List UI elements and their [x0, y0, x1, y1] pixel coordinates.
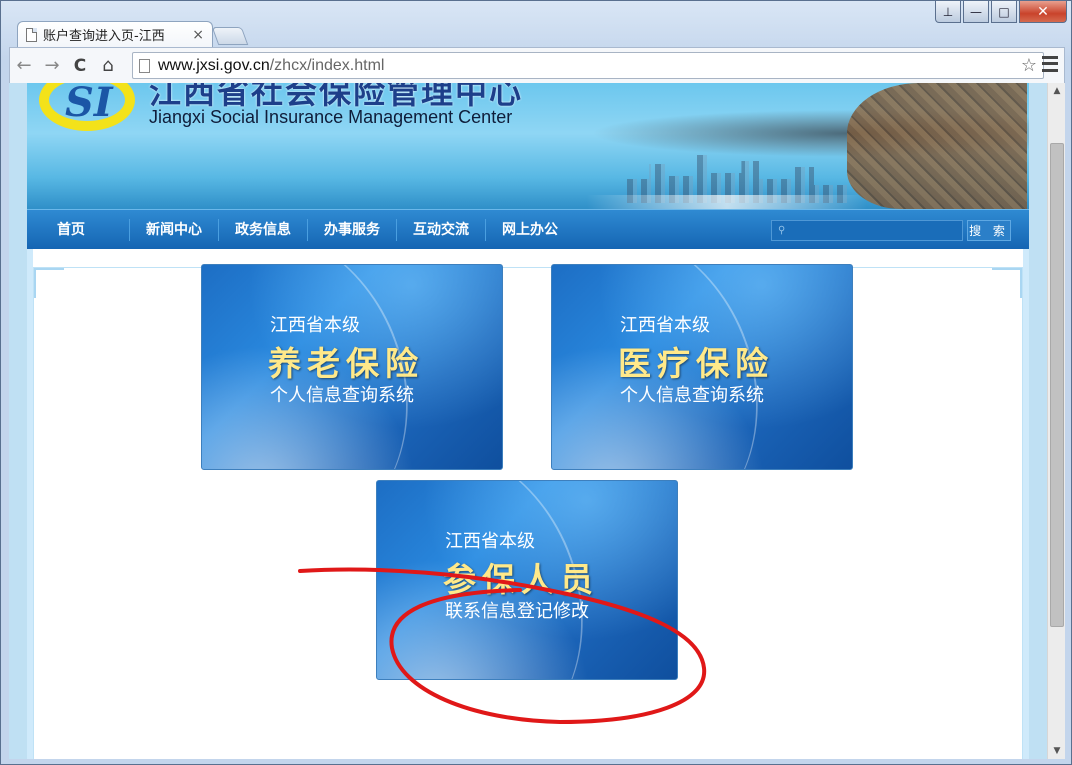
search-icon: ⚲ — [778, 225, 786, 236]
scroll-down-arrow-icon[interactable]: ▼ — [1048, 743, 1066, 759]
nav-government-info[interactable]: 政务信息 — [218, 218, 307, 241]
nav-online-office[interactable]: 网上办公 — [485, 218, 574, 241]
bookmark-star-icon[interactable]: ☆ — [1021, 55, 1037, 76]
desk-image — [587, 195, 867, 209]
nav-home[interactable]: 首页 — [41, 219, 129, 241]
back-arrow-icon[interactable]: ← — [10, 52, 38, 80]
address-bar[interactable]: www.jxsi.gov.cn/zhcx/index.html ☆ — [132, 52, 1044, 79]
card-title: 养老保险 — [268, 344, 424, 383]
new-tab-button[interactable] — [211, 27, 249, 45]
card-region-label: 江西省本级 — [445, 531, 535, 552]
home-icon[interactable]: ⌂ — [94, 52, 122, 80]
medical-insurance-card[interactable]: 江西省本级 医疗保险 个人信息查询系统 — [551, 264, 853, 470]
page-icon — [139, 58, 150, 73]
card-title: 医疗保险 — [618, 344, 774, 383]
scrollbar-thumb[interactable] — [1050, 143, 1064, 627]
forward-arrow-icon[interactable]: → — [38, 52, 66, 80]
card-subtitle: 联系信息登记修改 — [445, 601, 589, 622]
site-banner: SI 江西省社会保险管理中心 Jiangxi Social Insurance … — [27, 83, 1029, 209]
nav-menu: 首页 新闻中心 政务信息 办事服务 互动交流 网上办公 — [41, 218, 574, 241]
vertical-scrollbar[interactable]: ▲ ▼ — [1047, 83, 1065, 759]
decorative-corner — [34, 268, 64, 298]
browser-tab[interactable]: 账户查询进入页-江西 × — [17, 21, 213, 47]
maximize-button[interactable]: □ — [991, 1, 1017, 23]
scroll-up-arrow-icon[interactable]: ▲ — [1048, 83, 1066, 99]
page-icon — [26, 27, 37, 42]
city-skyline-image — [627, 155, 847, 203]
menu-icon[interactable] — [1042, 54, 1058, 74]
logo-text: SI — [65, 83, 113, 126]
tab-close-icon[interactable]: × — [192, 27, 204, 43]
card-subtitle: 个人信息查询系统 — [620, 385, 764, 406]
url-text: www.jxsi.gov.cn/zhcx/index.html — [158, 57, 384, 75]
insured-contact-update-card[interactable]: 江西省本级 参保人员 联系信息登记修改 — [376, 480, 678, 680]
site-nav-bar: 首页 新闻中心 政务信息 办事服务 互动交流 网上办公 ⚲ 搜 索 — [27, 209, 1029, 249]
page-viewport: SI 江西省社会保险管理中心 Jiangxi Social Insurance … — [9, 83, 1047, 759]
minimize-button[interactable]: — — [963, 1, 989, 23]
card-subtitle: 个人信息查询系统 — [270, 385, 414, 406]
pension-insurance-card[interactable]: 江西省本级 养老保险 个人信息查询系统 — [201, 264, 503, 470]
nav-services[interactable]: 办事服务 — [307, 218, 396, 241]
nav-interaction[interactable]: 互动交流 — [396, 218, 485, 241]
close-button[interactable]: ✕ — [1019, 1, 1067, 23]
search-input[interactable]: ⚲ — [771, 220, 963, 241]
user-icon[interactable]: ⊥ — [935, 1, 961, 23]
card-region-label: 江西省本级 — [270, 315, 360, 336]
decorative-corner — [992, 268, 1022, 298]
reload-icon[interactable]: C — [66, 52, 94, 80]
url-host: www.jxsi.gov.cn — [158, 56, 270, 74]
card-region-label: 江西省本级 — [620, 315, 710, 336]
person-image — [847, 83, 1027, 209]
site-name-english: Jiangxi Social Insurance Management Cent… — [149, 107, 513, 127]
title-bar: 账户查询进入页-江西 × ⊥ — □ ✕ — [1, 1, 1071, 47]
search-button[interactable]: 搜 索 — [967, 220, 1011, 241]
window-controls: ⊥ — □ ✕ — [935, 1, 1067, 23]
site-container: SI 江西省社会保险管理中心 Jiangxi Social Insurance … — [27, 83, 1029, 759]
nav-news[interactable]: 新闻中心 — [129, 218, 218, 241]
tab-title: 账户查询进入页-江西 — [43, 29, 165, 44]
browser-toolbar: ← → C ⌂ www.jxsi.gov.cn/zhcx/index.html … — [9, 47, 1065, 83]
url-path: /zhcx/index.html — [269, 56, 385, 74]
card-title: 参保人员 — [443, 560, 599, 599]
browser-window: 账户查询进入页-江西 × ⊥ — □ ✕ ← → C ⌂ www.jxsi.go… — [0, 0, 1072, 765]
